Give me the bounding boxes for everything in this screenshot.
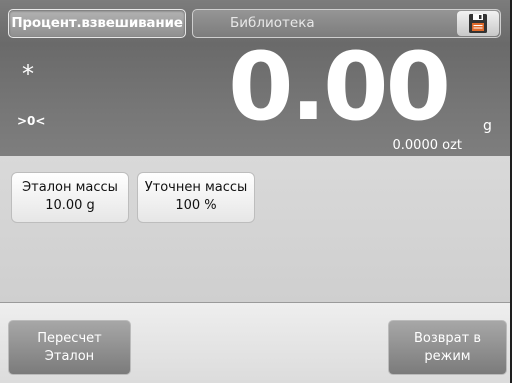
center-of-zero-indicator: >0< [17,114,46,128]
reference-percent-label: Уточнен массы [144,180,248,195]
weight-value: 0.00 [228,33,451,142]
reference-weight-value: 10.00 g [45,198,95,213]
weight-display: * >0< 0.00 g 0.0000 ozt [0,38,510,156]
reference-weight-label: Эталон массы [22,180,118,195]
return-line1: Возврат в [413,331,482,346]
floppy-disk-icon [469,14,487,33]
secondary-weight-value: 0.0000 ozt [392,138,463,153]
return-to-mode-button[interactable]: Возврат в режим [388,320,507,375]
recalculate-line2: Эталон [44,349,95,364]
stability-indicator: * [22,60,34,88]
recalculate-line1: Пересчет [37,331,102,346]
reference-percent-value: 100 % [175,198,217,213]
reference-percent-card[interactable]: Уточнен массы 100 % [137,172,255,223]
reference-panel: Эталон массы 10.00 g Уточнен массы 100 % [0,156,510,302]
weight-unit[interactable]: g [483,118,492,134]
save-button[interactable] [457,11,499,36]
application-mode-button[interactable]: Процент.взвешивание [8,9,186,38]
return-line2: режим [424,349,471,364]
bottom-bar: Пересчет Эталон Возврат в режим [0,303,510,383]
reference-weight-card[interactable]: Эталон массы 10.00 g [11,172,129,223]
recalculate-reference-button[interactable]: Пересчет Эталон [8,320,131,375]
balance-screen: Процент.взвешивание Библиотека * >0< 0.0… [0,0,512,383]
